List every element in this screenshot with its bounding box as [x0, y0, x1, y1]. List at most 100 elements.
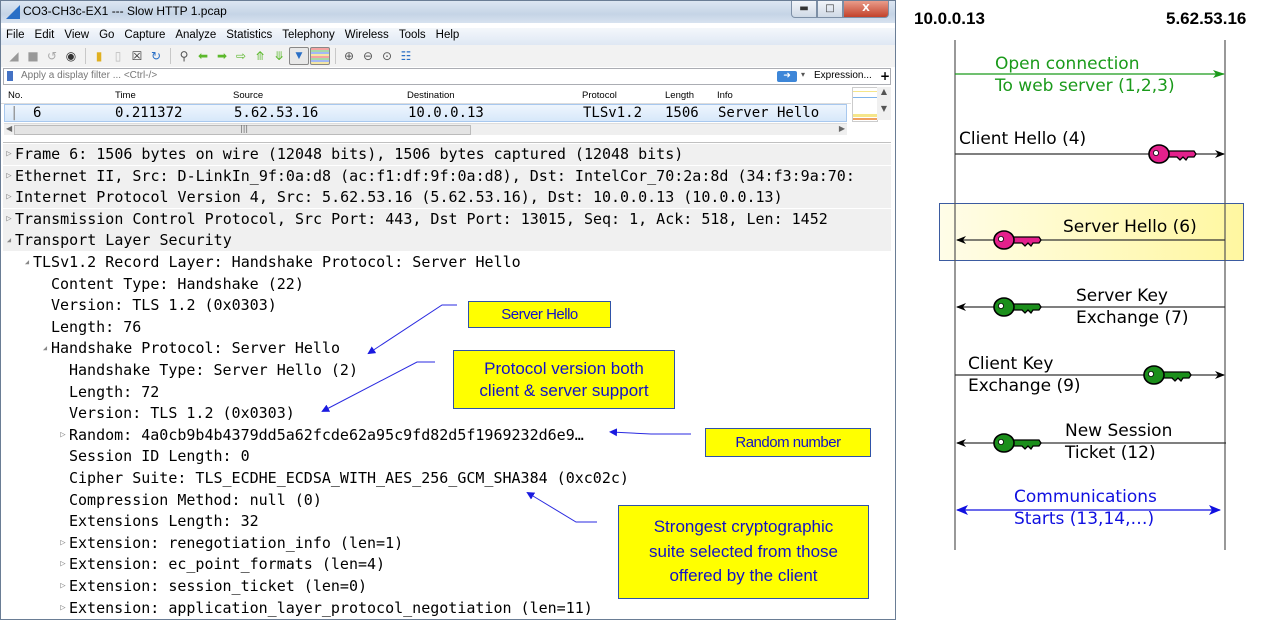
- detail-row[interactable]: ▷ Internet Protocol Version 4, Src: 5.62.…: [3, 187, 891, 209]
- wireshark-logo-icon: [6, 5, 20, 19]
- menu-telephony[interactable]: Telephony: [277, 28, 339, 45]
- detail-row[interactable]: Length: 72: [3, 382, 159, 403]
- maximize-button[interactable]: □: [817, 1, 843, 18]
- go-forward-icon[interactable]: ➡: [213, 47, 231, 65]
- collapsed-triangle-icon[interactable]: ▷: [3, 187, 15, 208]
- collapsed-triangle-icon[interactable]: ▷: [57, 576, 69, 597]
- menu-wireless[interactable]: Wireless: [340, 28, 394, 45]
- toolbar-separator: [335, 48, 336, 64]
- autoscroll-icon[interactable]: ▼: [289, 47, 309, 65]
- callout-random-number: Random number: [705, 428, 871, 457]
- colorize-icon[interactable]: [310, 47, 330, 65]
- detail-row[interactable]: ◢ Handshake Protocol: Server Hello: [3, 338, 340, 359]
- zoom-out-icon[interactable]: ⊖: [359, 47, 377, 65]
- detail-row[interactable]: Length: 76: [3, 317, 141, 338]
- packet-minimap[interactable]: [852, 87, 878, 122]
- detail-row[interactable]: ◢ Transport Layer Security: [3, 230, 891, 252]
- detail-row[interactable]: Version: TLS 1.2 (0x0303): [3, 403, 295, 424]
- add-filter-button[interactable]: +: [880, 69, 890, 83]
- detail-row[interactable]: ▷ Transmission Control Protocol, Src Port…: [3, 208, 891, 230]
- apply-filter-arrow-icon[interactable]: ➜: [777, 71, 797, 82]
- wireshark-window: CO3-CH3c-EX1 --- Slow HTTP 1.pcap ▬ □ X …: [0, 0, 896, 620]
- detail-row[interactable]: ◢ TLSv1.2 Record Layer: Handshake Protoco…: [3, 252, 521, 273]
- detail-row[interactable]: ▷ Extension: renegotiation_info (len=1): [3, 533, 403, 554]
- start-capture-icon[interactable]: ◢: [5, 47, 23, 65]
- menu-help[interactable]: Help: [431, 28, 465, 45]
- scroll-down-icon[interactable]: ▼: [877, 104, 891, 113]
- detail-row[interactable]: ▷ Ethernet II, Src: D-LinkIn_9f:0a:d8 (ac…: [3, 165, 891, 187]
- column-header-info[interactable]: Info: [717, 90, 733, 101]
- menu-view[interactable]: View: [59, 28, 94, 45]
- detail-text: TLSv1.2 Record Layer: Handshake Protocol…: [33, 253, 521, 271]
- column-header-protocol[interactable]: Protocol: [582, 90, 617, 101]
- scroll-right-icon[interactable]: ▶: [839, 124, 845, 133]
- menu-tools[interactable]: Tools: [394, 28, 431, 45]
- detail-row[interactable]: Handshake Type: Server Hello (2): [3, 360, 358, 381]
- collapsed-triangle-icon[interactable]: ▷: [57, 425, 69, 446]
- menu-go[interactable]: Go: [94, 28, 119, 45]
- menu-edit[interactable]: Edit: [30, 28, 60, 45]
- column-header-no[interactable]: No.: [8, 90, 23, 101]
- packet-list-horizontal-scrollbar[interactable]: ◀ ||| ▶: [4, 123, 847, 135]
- last-packet-icon[interactable]: ⤋: [270, 47, 288, 65]
- close-button[interactable]: X: [843, 1, 889, 18]
- expanded-triangle-icon[interactable]: ◢: [39, 338, 51, 359]
- detail-text: Cipher Suite: TLS_ECDHE_ECDSA_WITH_AES_2…: [69, 469, 629, 487]
- column-header-source[interactable]: Source: [233, 90, 263, 101]
- go-to-packet-icon[interactable]: ⇨: [232, 47, 250, 65]
- detail-row[interactable]: ▷ Random: 4a0cb9b4b4379dd5a62fcde62a95c9f…: [3, 425, 583, 446]
- packet-row[interactable]: | 6 0.211372 5.62.53.16 10.0.0.13 TLSv1.…: [4, 104, 847, 122]
- detail-row[interactable]: Compression Method: null (0): [3, 490, 322, 511]
- stop-capture-icon[interactable]: ■: [24, 47, 42, 65]
- menu-file[interactable]: File: [1, 28, 30, 45]
- column-header-time[interactable]: Time: [115, 90, 136, 101]
- display-filter-input[interactable]: Apply a display filter ... <Ctrl-/> ➜ ▾ …: [3, 68, 891, 85]
- normal-size-icon[interactable]: ⊙: [378, 47, 396, 65]
- resize-columns-icon[interactable]: ☷: [397, 47, 415, 65]
- collapsed-triangle-icon[interactable]: ▷: [3, 166, 15, 187]
- detail-row[interactable]: ▷ Frame 6: 1506 bytes on wire (12048 bits…: [3, 144, 891, 165]
- menu-capture[interactable]: Capture: [119, 28, 170, 45]
- expression-button[interactable]: Expression...: [814, 70, 872, 81]
- find-packet-icon[interactable]: ⚲: [175, 47, 193, 65]
- callout-cipher-suite: Strongest cryptographic suite selected f…: [618, 505, 869, 599]
- bookmark-icon[interactable]: [7, 71, 13, 81]
- filter-history-dropdown-icon[interactable]: ▾: [801, 70, 809, 79]
- detail-row[interactable]: ▷ Extension: application_layer_protocol_n…: [3, 598, 593, 619]
- message-label-line: Exchange (9): [968, 376, 1081, 396]
- detail-row[interactable]: ▷ Extension: session_ticket (len=0): [3, 576, 367, 597]
- detail-row[interactable]: Session ID Length: 0: [3, 446, 250, 467]
- collapsed-triangle-icon[interactable]: ▷: [57, 533, 69, 554]
- first-packet-icon[interactable]: ⤊: [251, 47, 269, 65]
- message-label-line: Starts (13,14,…): [1014, 509, 1155, 529]
- scroll-up-icon[interactable]: ▲: [877, 87, 891, 96]
- capture-options-icon[interactable]: ◉: [62, 47, 80, 65]
- restart-capture-icon[interactable]: ↺: [43, 47, 61, 65]
- collapsed-triangle-icon[interactable]: ▷: [57, 598, 69, 619]
- close-file-icon[interactable]: ☒: [128, 47, 146, 65]
- detail-row[interactable]: Extensions Length: 32: [3, 511, 259, 532]
- expanded-triangle-icon[interactable]: ◢: [21, 252, 33, 273]
- menu-statistics[interactable]: Statistics: [221, 28, 277, 45]
- menu-analyze[interactable]: Analyze: [170, 28, 221, 45]
- detail-row[interactable]: Version: TLS 1.2 (0x0303): [3, 295, 277, 316]
- column-header-length[interactable]: Length: [665, 90, 694, 101]
- detail-text: Transport Layer Security: [15, 231, 232, 250]
- message-label-line: Ticket (12): [1065, 443, 1156, 463]
- detail-row[interactable]: Content Type: Handshake (22): [3, 274, 304, 295]
- minimize-button[interactable]: ▬: [791, 1, 817, 18]
- collapsed-triangle-icon[interactable]: ▷: [3, 209, 15, 230]
- save-file-icon[interactable]: ▯: [109, 47, 127, 65]
- column-header-destination[interactable]: Destination: [407, 90, 455, 101]
- expanded-triangle-icon[interactable]: ◢: [3, 230, 15, 251]
- go-back-icon[interactable]: ⬅: [194, 47, 212, 65]
- zoom-in-icon[interactable]: ⊕: [340, 47, 358, 65]
- detail-row[interactable]: Cipher Suite: TLS_ECDHE_ECDSA_WITH_AES_2…: [3, 468, 629, 489]
- open-file-icon[interactable]: ▮: [90, 47, 108, 65]
- collapsed-triangle-icon[interactable]: ▷: [57, 554, 69, 575]
- scroll-left-icon[interactable]: ◀: [6, 124, 12, 133]
- collapsed-triangle-icon[interactable]: ▷: [3, 144, 15, 165]
- packet-list-vertical-scrollbar[interactable]: ▲ ▼: [877, 87, 891, 120]
- detail-row[interactable]: ▷ Extension: ec_point_formats (len=4): [3, 554, 385, 575]
- reload-icon[interactable]: ↻: [147, 47, 165, 65]
